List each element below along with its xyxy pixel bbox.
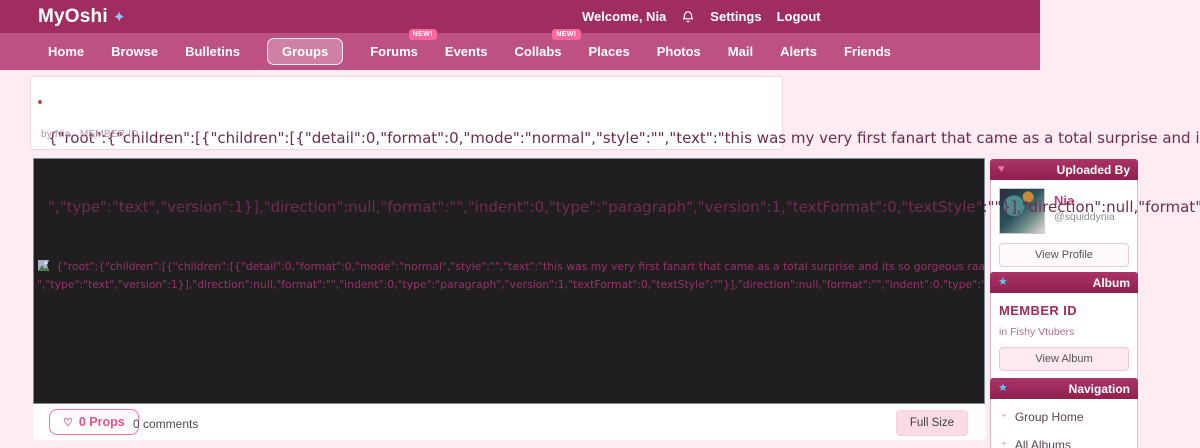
- bullet-icon: +: [1001, 411, 1007, 422]
- props-count-label: 0 Props: [78, 415, 125, 429]
- sidebar-link-group-home[interactable]: + Group Home: [999, 403, 1129, 431]
- photo-title-line2: ","type":"text","version":1}],"direction…: [48, 198, 1200, 216]
- album-panel: ★ Album MEMBER ID in Fishy Vtubers View …: [990, 272, 1138, 380]
- welcome-text: Welcome, Nia: [582, 9, 667, 24]
- main-nav: Home Browse Bulletins Groups Forums NEW!…: [0, 29, 1040, 70]
- nav-item-alerts[interactable]: Alerts: [780, 38, 817, 65]
- top-header: MyOshi ✦ Welcome, Nia Settings Logout: [0, 0, 1040, 33]
- photo-byline: by Nia · MEMBER ID: [41, 129, 139, 140]
- star-icon: ★: [998, 276, 1008, 288]
- photo-alt-row2: ","type":"text","version":1}],"direction…: [37, 275, 985, 293]
- nav-item-photos[interactable]: Photos: [657, 38, 701, 65]
- nav-item-forums[interactable]: Forums: [370, 38, 418, 65]
- site-logo-text: MyOshi: [38, 5, 108, 27]
- settings-link[interactable]: Settings: [710, 9, 761, 24]
- logout-link[interactable]: Logout: [777, 9, 821, 24]
- new-badge: NEW!: [552, 29, 581, 40]
- album-body: MEMBER ID in Fishy Vtubers View Album: [990, 293, 1138, 380]
- photo-title: {"root":{"children":[{"children":[{"deta…: [48, 81, 1200, 242]
- heart-outline-icon: ♡: [63, 416, 73, 429]
- nav-item-mail[interactable]: Mail: [728, 38, 753, 65]
- nav-item-home[interactable]: Home: [48, 38, 84, 65]
- nav-item-friends[interactable]: Friends: [844, 38, 891, 65]
- props-button[interactable]: ♡ 0 Props: [49, 409, 139, 435]
- nav-item-browse[interactable]: Browse: [111, 38, 158, 65]
- album-title: Album: [1092, 275, 1130, 290]
- nav-item-events[interactable]: Events: [445, 38, 488, 65]
- photo-action-bar: ♡ 0 Props 0 comments Full Size: [33, 404, 985, 440]
- sparkle-icon: ✦: [112, 8, 126, 26]
- nav-item-collabs[interactable]: Collabs: [515, 38, 562, 65]
- navigation-title: Navigation: [1068, 381, 1130, 396]
- full-size-button[interactable]: Full Size: [895, 410, 968, 436]
- album-context: in Fishy Vtubers: [999, 326, 1075, 338]
- title-marker-dot: [38, 100, 42, 104]
- star-icon: ★: [998, 382, 1008, 394]
- sidebar-link-label: All Albums: [1014, 438, 1071, 448]
- bullet-icon: +: [1001, 439, 1007, 448]
- nav-item-groups-active[interactable]: Groups: [267, 38, 344, 65]
- album-name[interactable]: MEMBER ID: [999, 303, 1129, 318]
- sidebar-link-all-albums[interactable]: + All Albums: [999, 431, 1129, 448]
- comments-count: 0 comments: [133, 417, 199, 431]
- album-header: ★ Album: [990, 272, 1138, 293]
- view-album-button[interactable]: View Album: [999, 347, 1129, 371]
- nav-item-places[interactable]: Places: [589, 38, 630, 65]
- photo-title-line1: {"root":{"children":[{"children":[{"deta…: [48, 129, 1200, 147]
- nav-item-bulletins[interactable]: Bulletins: [185, 38, 240, 65]
- notifications-bell-icon[interactable]: [681, 9, 695, 24]
- view-profile-button[interactable]: View Profile: [999, 243, 1129, 267]
- photo-alt-line1: {"root":{"children":[{"children":[{"deta…: [56, 260, 985, 273]
- user-menu: Welcome, Nia Settings Logout: [582, 0, 821, 33]
- navigation-panel: ★ Navigation + Group Home + All Albums: [990, 378, 1138, 448]
- new-badge: NEW!: [408, 29, 437, 40]
- photo-alt-line2: ","type":"text","version":1}],"direction…: [37, 278, 985, 291]
- site-logo[interactable]: MyOshi ✦: [38, 0, 125, 33]
- sidebar-link-label: Group Home: [1014, 410, 1084, 424]
- navigation-header: ★ Navigation: [990, 378, 1138, 399]
- navigation-body: + Group Home + All Albums: [990, 399, 1138, 448]
